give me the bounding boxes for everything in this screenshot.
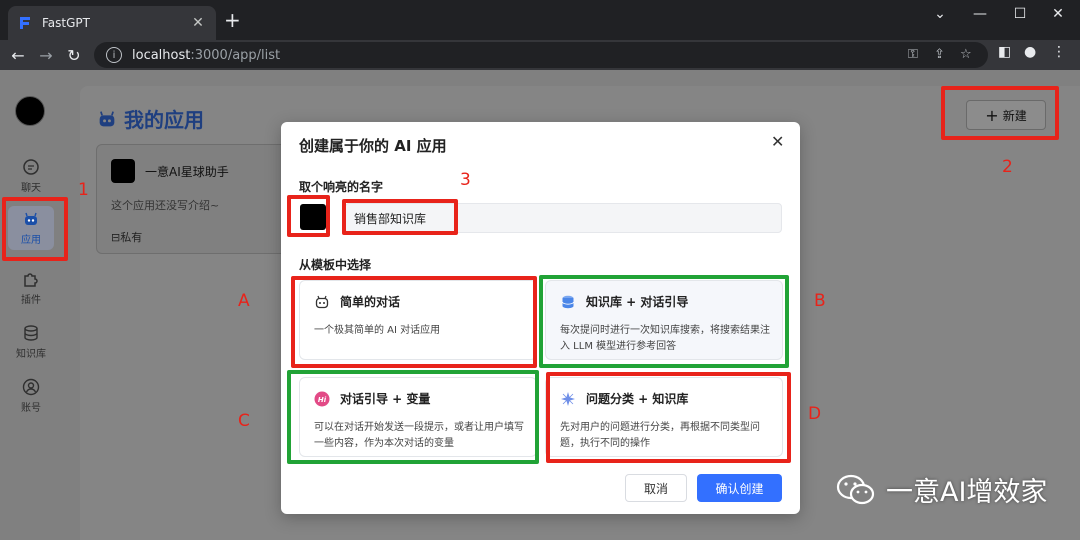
share-icon[interactable]: ⇪: [934, 47, 945, 62]
annotation-box-3: [342, 199, 458, 235]
puzzle-icon: [24, 273, 38, 287]
user-avatar[interactable]: [15, 96, 45, 126]
sidebar-item-plugins[interactable]: 插件: [8, 266, 54, 310]
sidebar-item-account[interactable]: 账号: [8, 374, 54, 418]
new-tab-icon[interactable]: +: [224, 10, 241, 30]
annotation-mark-d: D: [808, 404, 822, 424]
lock-icon: ⊟: [111, 231, 121, 244]
tab-title: FastGPT: [42, 16, 90, 30]
annotation-mark-b: B: [814, 291, 826, 311]
app-desc: 这个应用还没写介绍~: [111, 199, 220, 212]
browser-tab[interactable]: FastGPT ✕: [8, 6, 216, 40]
browser-titlebar: FastGPT ✕ + ⌄ — ☐ ✕: [0, 0, 1080, 40]
app-name: 一意AI星球助手: [145, 165, 229, 179]
site-info-icon[interactable]: i: [106, 47, 122, 63]
sidebar-item-label: 聊天: [21, 183, 41, 194]
user-icon: [22, 378, 40, 396]
tab-close-icon[interactable]: ✕: [190, 15, 206, 31]
back-icon[interactable]: ←: [4, 46, 32, 65]
name-label: 取个响亮的名字: [299, 180, 384, 194]
annotation-box-c: [287, 370, 539, 464]
annotation-box-1: [2, 197, 68, 261]
sidepanel-icon[interactable]: ◧: [998, 44, 1011, 60]
app-avatar: [111, 159, 135, 183]
key-icon[interactable]: ⚿: [908, 47, 918, 62]
sidebar-item-label: 账号: [21, 403, 41, 414]
fastgpt-logo-icon: [18, 16, 32, 30]
sidebar-item-knowledge[interactable]: 知识库: [8, 320, 54, 364]
annotation-mark-a: A: [238, 291, 250, 311]
sidebar-item-label: 知识库: [16, 349, 46, 360]
annotation-mark-1: 1: [78, 180, 89, 200]
star-icon[interactable]: ☆: [960, 47, 972, 62]
maximize-icon[interactable]: ☐: [1000, 0, 1040, 28]
annotation-box-2: [941, 86, 1059, 140]
modal-title: 创建属于你的 AI 应用: [299, 137, 447, 155]
app-privacy: ⊟私有: [111, 231, 143, 244]
template-label: 从模板中选择: [299, 258, 372, 272]
menu-icon[interactable]: ⋮: [1052, 44, 1066, 60]
browser-toolbar: ← → ↻ i localhost:3000/app/list ⚿ ⇪ ☆ ◧ …: [0, 40, 1080, 70]
wechat-icon: [836, 474, 875, 504]
sidebar-item-chat[interactable]: 聊天: [8, 154, 54, 198]
minimize-icon[interactable]: —: [960, 0, 1000, 28]
annotation-mark-2: 2: [1002, 157, 1013, 177]
address-bar[interactable]: i localhost:3000/app/list ⚿ ⇪ ☆: [94, 42, 988, 68]
forward-icon[interactable]: →: [32, 46, 60, 65]
sidebar-item-label: 插件: [21, 295, 41, 306]
annotation-box-b: [539, 275, 789, 368]
annotation-box-a: [291, 276, 537, 368]
confirm-create-button[interactable]: 确认创建: [697, 474, 782, 502]
annotation-mark-c: C: [238, 411, 250, 431]
annotation-mark-3: 3: [460, 170, 471, 190]
tab-search-icon[interactable]: ⌄: [920, 0, 960, 28]
profile-icon[interactable]: ●: [1024, 44, 1036, 60]
robot-icon: [99, 110, 115, 126]
url-text: localhost:3000/app/list: [132, 47, 281, 63]
close-window-icon[interactable]: ✕: [1038, 0, 1078, 28]
reload-icon[interactable]: ↻: [60, 46, 88, 65]
database-icon: [24, 325, 38, 341]
sidebar: 聊天 应用 插件 知识库 账号: [0, 70, 62, 540]
cancel-button[interactable]: 取消: [625, 474, 687, 502]
annotation-box-d: [546, 372, 791, 463]
watermark: 一意AI增效家: [836, 470, 1047, 509]
chat-icon: [23, 159, 39, 175]
close-icon[interactable]: ✕: [771, 132, 784, 151]
annotation-box-avatar: [287, 195, 330, 237]
page-title: 我的应用: [96, 104, 204, 133]
